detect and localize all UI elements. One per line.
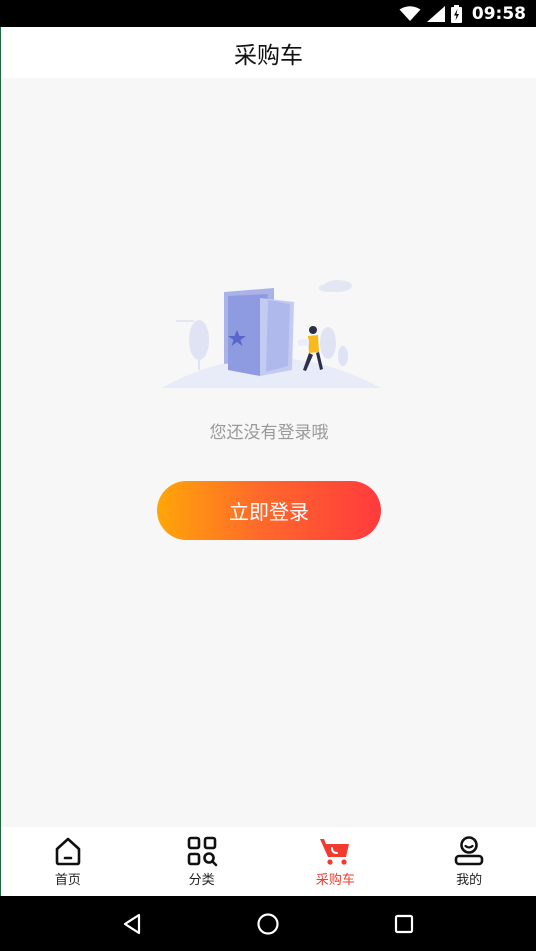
tab-profile-label: 我的	[456, 873, 483, 888]
app-screen: 09:58 采购车 您还没有登录哦 立即登录 首页 分类 采购车 我的	[0, 0, 536, 951]
page-header: 采购车	[0, 27, 536, 78]
status-time: 09:58	[471, 3, 526, 24]
bottom-tab-bar: 首页 分类 采购车 我的	[0, 827, 536, 896]
login-prompt-text: 您还没有登录哦	[209, 423, 329, 443]
page-title: 采购车	[234, 42, 303, 69]
tab-home-label: 首页	[54, 873, 81, 888]
tab-home[interactable]: 首页	[1, 827, 135, 896]
cellular-signal-icon	[426, 5, 445, 22]
nav-recents-button[interactable]	[384, 904, 424, 944]
empty-cart-illustration	[161, 280, 381, 388]
status-bar: 09:58	[0, 0, 536, 27]
cart-content: 您还没有登录哦 立即登录	[0, 78, 536, 827]
nav-home-button[interactable]	[248, 904, 288, 944]
home-circle-icon	[257, 912, 279, 935]
tab-cart[interactable]: 采购车	[269, 827, 403, 896]
category-icon	[187, 836, 217, 867]
tab-cart-label: 采购车	[315, 873, 355, 888]
tab-category[interactable]: 分类	[135, 827, 269, 896]
system-navigation-bar	[0, 896, 536, 951]
nav-back-button[interactable]	[112, 904, 152, 944]
login-button[interactable]: 立即登录	[157, 481, 381, 540]
login-button-label: 立即登录	[229, 500, 309, 524]
battery-charging-icon	[450, 4, 462, 23]
wifi-icon	[399, 5, 421, 21]
back-icon	[123, 913, 141, 934]
tab-profile[interactable]: 我的	[402, 827, 536, 896]
profile-icon	[454, 836, 484, 866]
home-icon	[55, 837, 81, 866]
recents-icon	[394, 914, 414, 933]
tab-category-label: 分类	[188, 873, 215, 888]
cart-icon	[320, 839, 350, 865]
